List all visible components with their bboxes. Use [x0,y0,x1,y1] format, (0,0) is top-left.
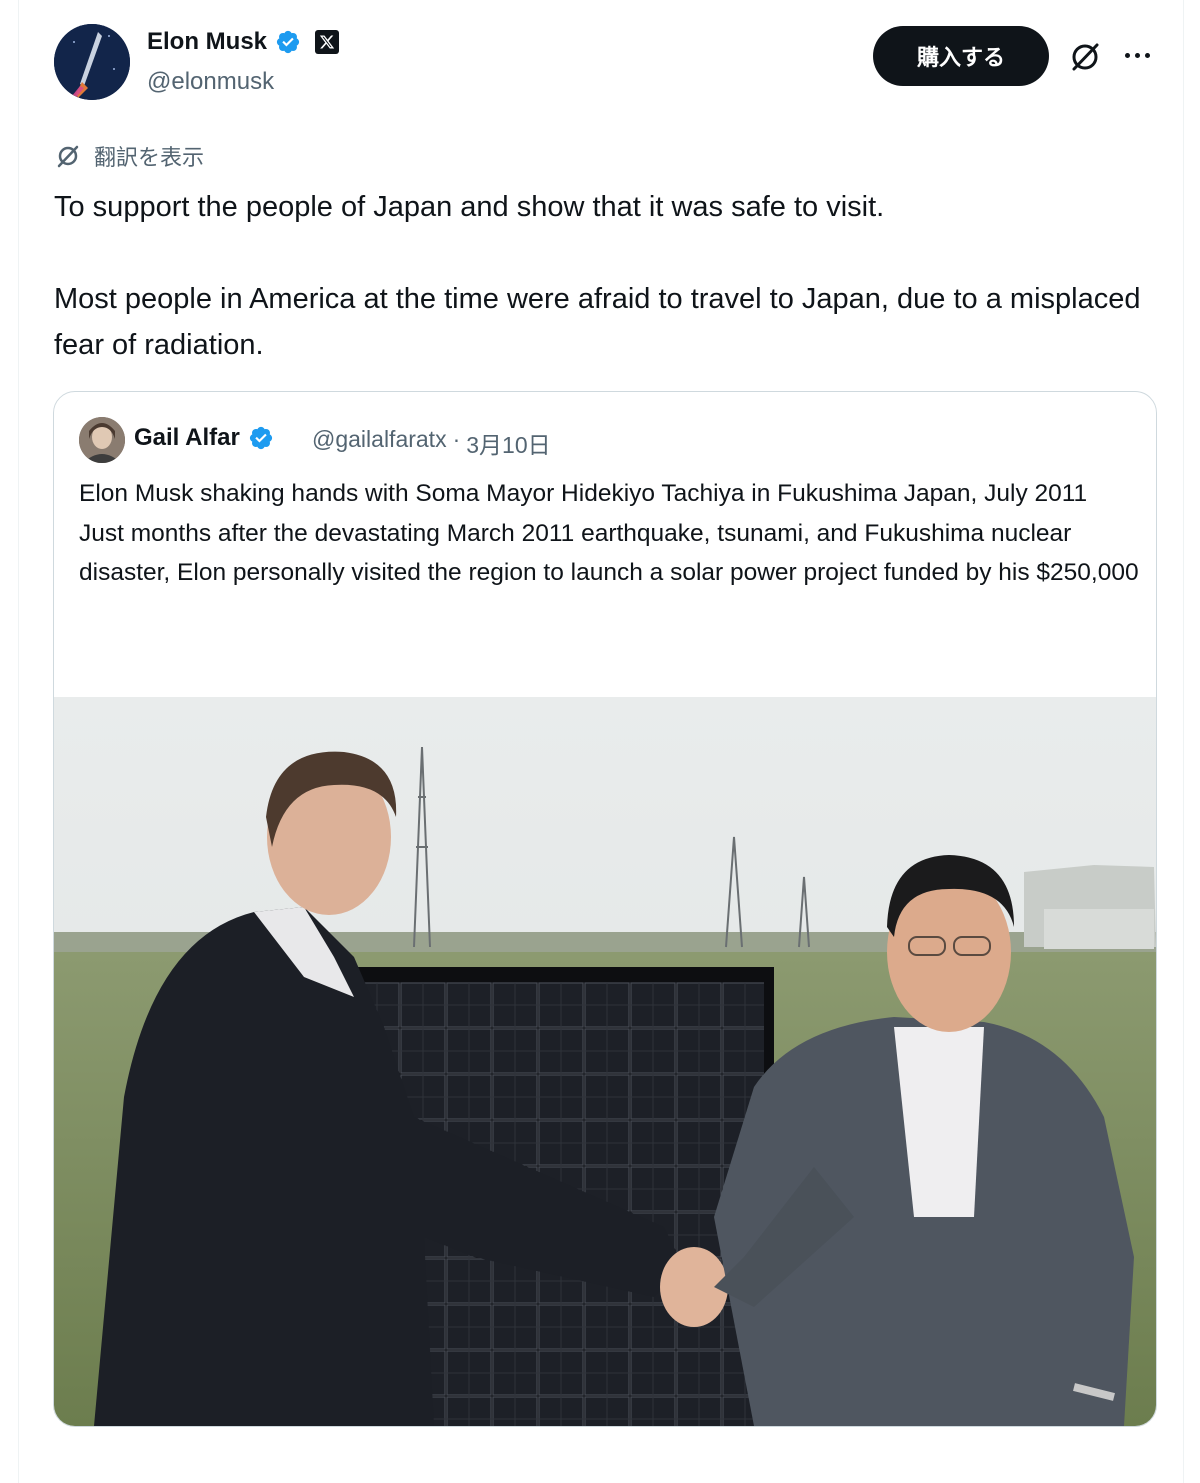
author-handle[interactable]: @elonmusk [147,68,274,96]
handshake-photo [54,697,1156,1426]
quoted-text: Elon Musk shaking hands with Soma Mayor … [79,474,1139,593]
x-logo-icon [315,30,340,54]
author-name-row[interactable]: Elon Musk [147,28,340,56]
translate-icon [57,145,79,168]
translate-label[interactable]: 翻訳を表示 [94,140,204,172]
quoted-author-handle[interactable]: @gailalfaratx [312,426,447,460]
column-border-left [18,0,19,1483]
avatar-image [54,24,130,100]
quoted-author-name[interactable]: Gail Alfar [134,424,240,452]
quoted-post[interactable]: Gail Alfar @gailalfaratx · 3月10日 Elon Mu… [53,391,1157,1427]
translate-link[interactable]: 翻訳を表示 [54,140,204,172]
more-icon[interactable] [1120,40,1154,70]
column-border-right [1183,0,1184,1483]
post-text-paragraph-2: Most people in America at the time were … [54,283,1141,361]
quoted-author-avatar[interactable] [79,417,125,463]
author-avatar[interactable] [54,24,130,100]
post-text-paragraph-1: To support the people of Japan and show … [54,191,885,223]
quoted-date[interactable]: 3月10日 [466,426,550,460]
quoted-separator: · [452,426,461,452]
post-page: Elon Musk @elonmusk 購入する 翻訳を表示 To suppor… [0,0,1200,1483]
grok-icon[interactable] [1066,38,1104,76]
quoted-text-line-1: Elon Musk shaking hands with Soma Mayor … [79,480,1088,507]
quoted-verified-badge-icon [249,426,272,450]
post-text: To support the people of Japan and show … [54,184,1164,368]
verified-badge-icon [276,30,300,54]
author-name[interactable]: Elon Musk [147,28,267,56]
buy-button[interactable]: 購入する [873,26,1049,86]
quoted-author-name-row[interactable]: Gail Alfar [134,424,274,452]
quoted-meta: @gailalfaratx · 3月10日 [312,426,551,460]
quoted-photo[interactable] [54,697,1156,1426]
quoted-text-line-2: Just months after the devastating March … [79,519,1139,587]
